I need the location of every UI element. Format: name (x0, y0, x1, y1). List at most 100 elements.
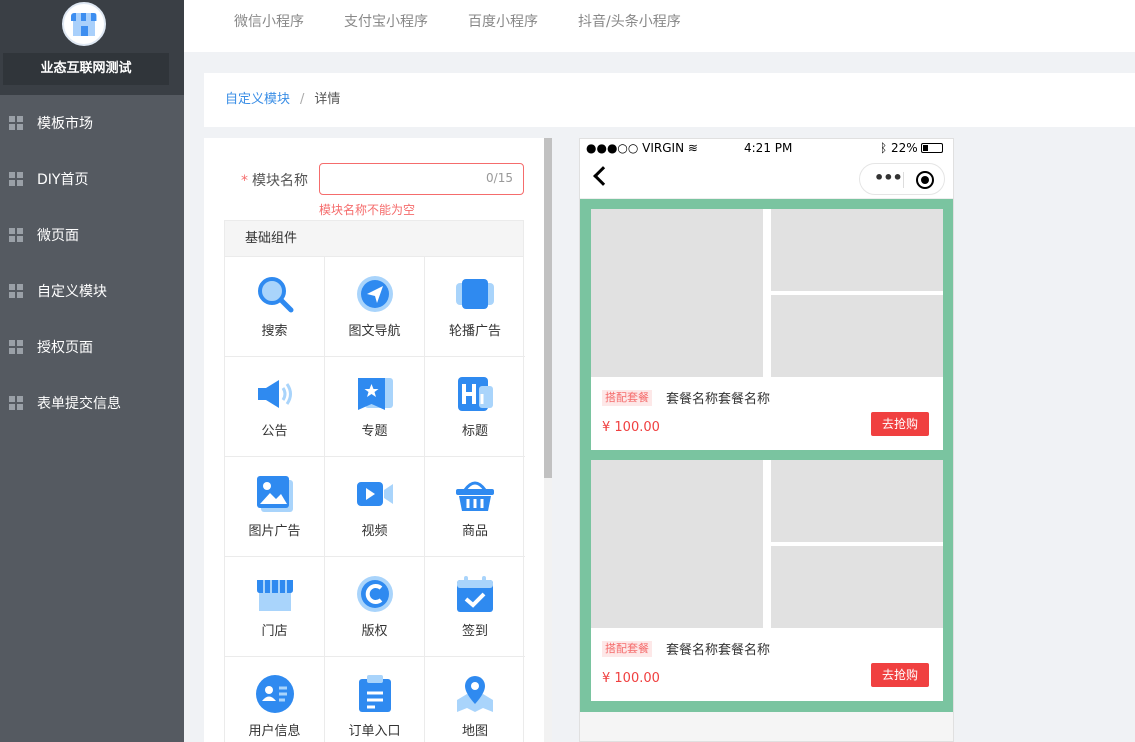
carrier-label: ●●●○○ VIRGIN (586, 141, 685, 155)
custom-module-preview[interactable]: 搭配套餐 套餐名称套餐名称 ¥ 100.00 去抢购 搭配套餐 套餐名称套餐名称… (580, 199, 953, 712)
calendar-check-icon (457, 576, 493, 612)
topic-icon (357, 378, 393, 410)
brand-name: 业态互联网测试 (3, 53, 169, 85)
component-map[interactable]: 地图 (425, 657, 525, 742)
tab-douyin[interactable]: 抖音/头条小程序 (578, 0, 681, 44)
close-target-icon[interactable] (916, 171, 934, 189)
sidebar-item-template-market[interactable]: 模板市场 (0, 95, 184, 151)
package-card[interactable]: 搭配套餐 套餐名称套餐名称 ¥ 100.00 去抢购 (591, 460, 943, 701)
component-carousel[interactable]: 轮播广告 (425, 257, 525, 357)
sidebar-item-label: 微页面 (37, 228, 79, 244)
capsule-divider (903, 172, 904, 188)
basket-icon (456, 481, 494, 511)
search-icon (257, 277, 293, 313)
package-name: 套餐名称套餐名称 (666, 643, 771, 658)
module-name-error: 模块名称不能为空 (319, 203, 416, 217)
copyright-icon (356, 576, 393, 612)
phone-nav-bar: ••• (580, 159, 953, 199)
component-store[interactable]: 门店 (225, 557, 325, 657)
package-tag: 搭配套餐 (602, 390, 652, 406)
component-topic[interactable]: 专题 (325, 357, 425, 457)
package-price: ¥ 100.00 (602, 420, 660, 435)
component-label: 门店 (261, 624, 288, 639)
component-heading[interactable]: 标题 (425, 357, 525, 457)
grid-icon (9, 396, 23, 410)
card-image-top (771, 209, 943, 291)
sidebar-item-custom-module[interactable]: 自定义模块 (0, 263, 184, 319)
component-label: 视频 (361, 524, 388, 539)
grid-icon (9, 172, 23, 186)
user-card-icon (255, 675, 294, 713)
required-mark: * (241, 173, 248, 189)
megaphone-icon (257, 380, 292, 408)
store-logo-icon (62, 2, 106, 46)
component-label: 搜索 (261, 324, 288, 339)
sidebar-item-diy-home[interactable]: DIY首页 (0, 151, 184, 207)
wifi-icon: ≋ (687, 141, 698, 155)
tab-wechat[interactable]: 微信小程序 (234, 0, 304, 44)
sidebar-item-form-submissions[interactable]: 表单提交信息 (0, 375, 184, 431)
breadcrumb-current: 详情 (314, 92, 341, 107)
scrollbar-thumb[interactable] (544, 138, 552, 478)
package-card[interactable]: 搭配套餐 套餐名称套餐名称 ¥ 100.00 去抢购 (591, 209, 943, 450)
package-tag: 搭配套餐 (602, 641, 652, 657)
sidebar-item-label: 表单提交信息 (37, 396, 121, 412)
module-name-label: * 模块名称 (241, 170, 308, 190)
buy-button[interactable]: 去抢购 (871, 412, 929, 436)
clipboard-icon (358, 675, 391, 712)
component-label: 公告 (261, 424, 288, 439)
back-arrow-icon[interactable] (593, 166, 613, 186)
brand: 业态互联网测试 (0, 0, 184, 95)
carrier-text: ●●●○○ VIRGIN ≋ (586, 141, 698, 155)
character-counter: 0/15 (486, 171, 513, 185)
more-dots-icon[interactable]: ••• (874, 168, 903, 187)
mini-program-capsule: ••• (859, 163, 945, 195)
status-right: ᛒ 22% (880, 141, 943, 155)
component-label: 订单入口 (348, 724, 401, 739)
editor-panel: * 模块名称 0/15 模块名称不能为空 基础组件 搜索 图文导航 轮播广告 公告 (204, 138, 552, 742)
component-notice[interactable]: 公告 (225, 357, 325, 457)
tab-alipay[interactable]: 支付宝小程序 (344, 0, 428, 44)
sidebar-item-label: DIY首页 (37, 172, 89, 188)
module-name-label-text: 模块名称 (252, 173, 308, 189)
component-nav[interactable]: 图文导航 (325, 257, 425, 357)
component-palette: 基础组件 搜索 图文导航 轮播广告 公告 专题 标题 图片广告 视频 商品 门店… (224, 220, 525, 742)
component-label: 图片广告 (248, 524, 301, 539)
component-label: 地图 (461, 724, 488, 739)
component-goods[interactable]: 商品 (425, 457, 525, 557)
module-name-input[interactable]: 0/15 (319, 163, 524, 195)
editor-scrollbar[interactable] (544, 138, 552, 742)
grid-icon (9, 116, 23, 130)
card-image-main (591, 209, 763, 377)
package-name: 套餐名称套餐名称 (666, 392, 771, 407)
component-label: 版权 (361, 624, 388, 639)
component-video[interactable]: 视频 (325, 457, 425, 557)
component-label: 轮播广告 (448, 324, 501, 339)
store-icon (256, 580, 293, 611)
sidebar-item-label: 自定义模块 (37, 284, 107, 300)
image-icon (256, 476, 293, 512)
card-image-bottom (771, 295, 943, 377)
battery-percent: 22% (891, 141, 918, 155)
sidebar: 业态互联网测试 模板市场 DIY首页 微页面 自定义模块 授权页面 表单提交信息 (0, 0, 184, 742)
grid-icon (9, 228, 23, 242)
component-order-entry[interactable]: 订单入口 (325, 657, 425, 742)
card-image-bottom (771, 546, 943, 628)
tab-baidu[interactable]: 百度小程序 (468, 0, 538, 44)
breadcrumb: 自定义模块 / 详情 (204, 73, 1135, 127)
buy-button[interactable]: 去抢购 (871, 663, 929, 687)
component-image-ad[interactable]: 图片广告 (225, 457, 325, 557)
component-copyright[interactable]: 版权 (325, 557, 425, 657)
component-user-info[interactable]: 用户信息 (225, 657, 325, 742)
component-label: 图文导航 (348, 324, 401, 339)
component-checkin[interactable]: 签到 (425, 557, 525, 657)
grid-icon (9, 340, 23, 354)
map-pin-icon (457, 676, 493, 712)
sidebar-item-auth-page[interactable]: 授权页面 (0, 319, 184, 375)
status-time: 4:21 PM (744, 141, 793, 155)
component-label: 商品 (461, 524, 488, 539)
sidebar-item-micro-page[interactable]: 微页面 (0, 207, 184, 263)
component-search[interactable]: 搜索 (225, 257, 325, 357)
breadcrumb-parent-link[interactable]: 自定义模块 (225, 92, 290, 107)
component-label: 签到 (461, 624, 488, 639)
